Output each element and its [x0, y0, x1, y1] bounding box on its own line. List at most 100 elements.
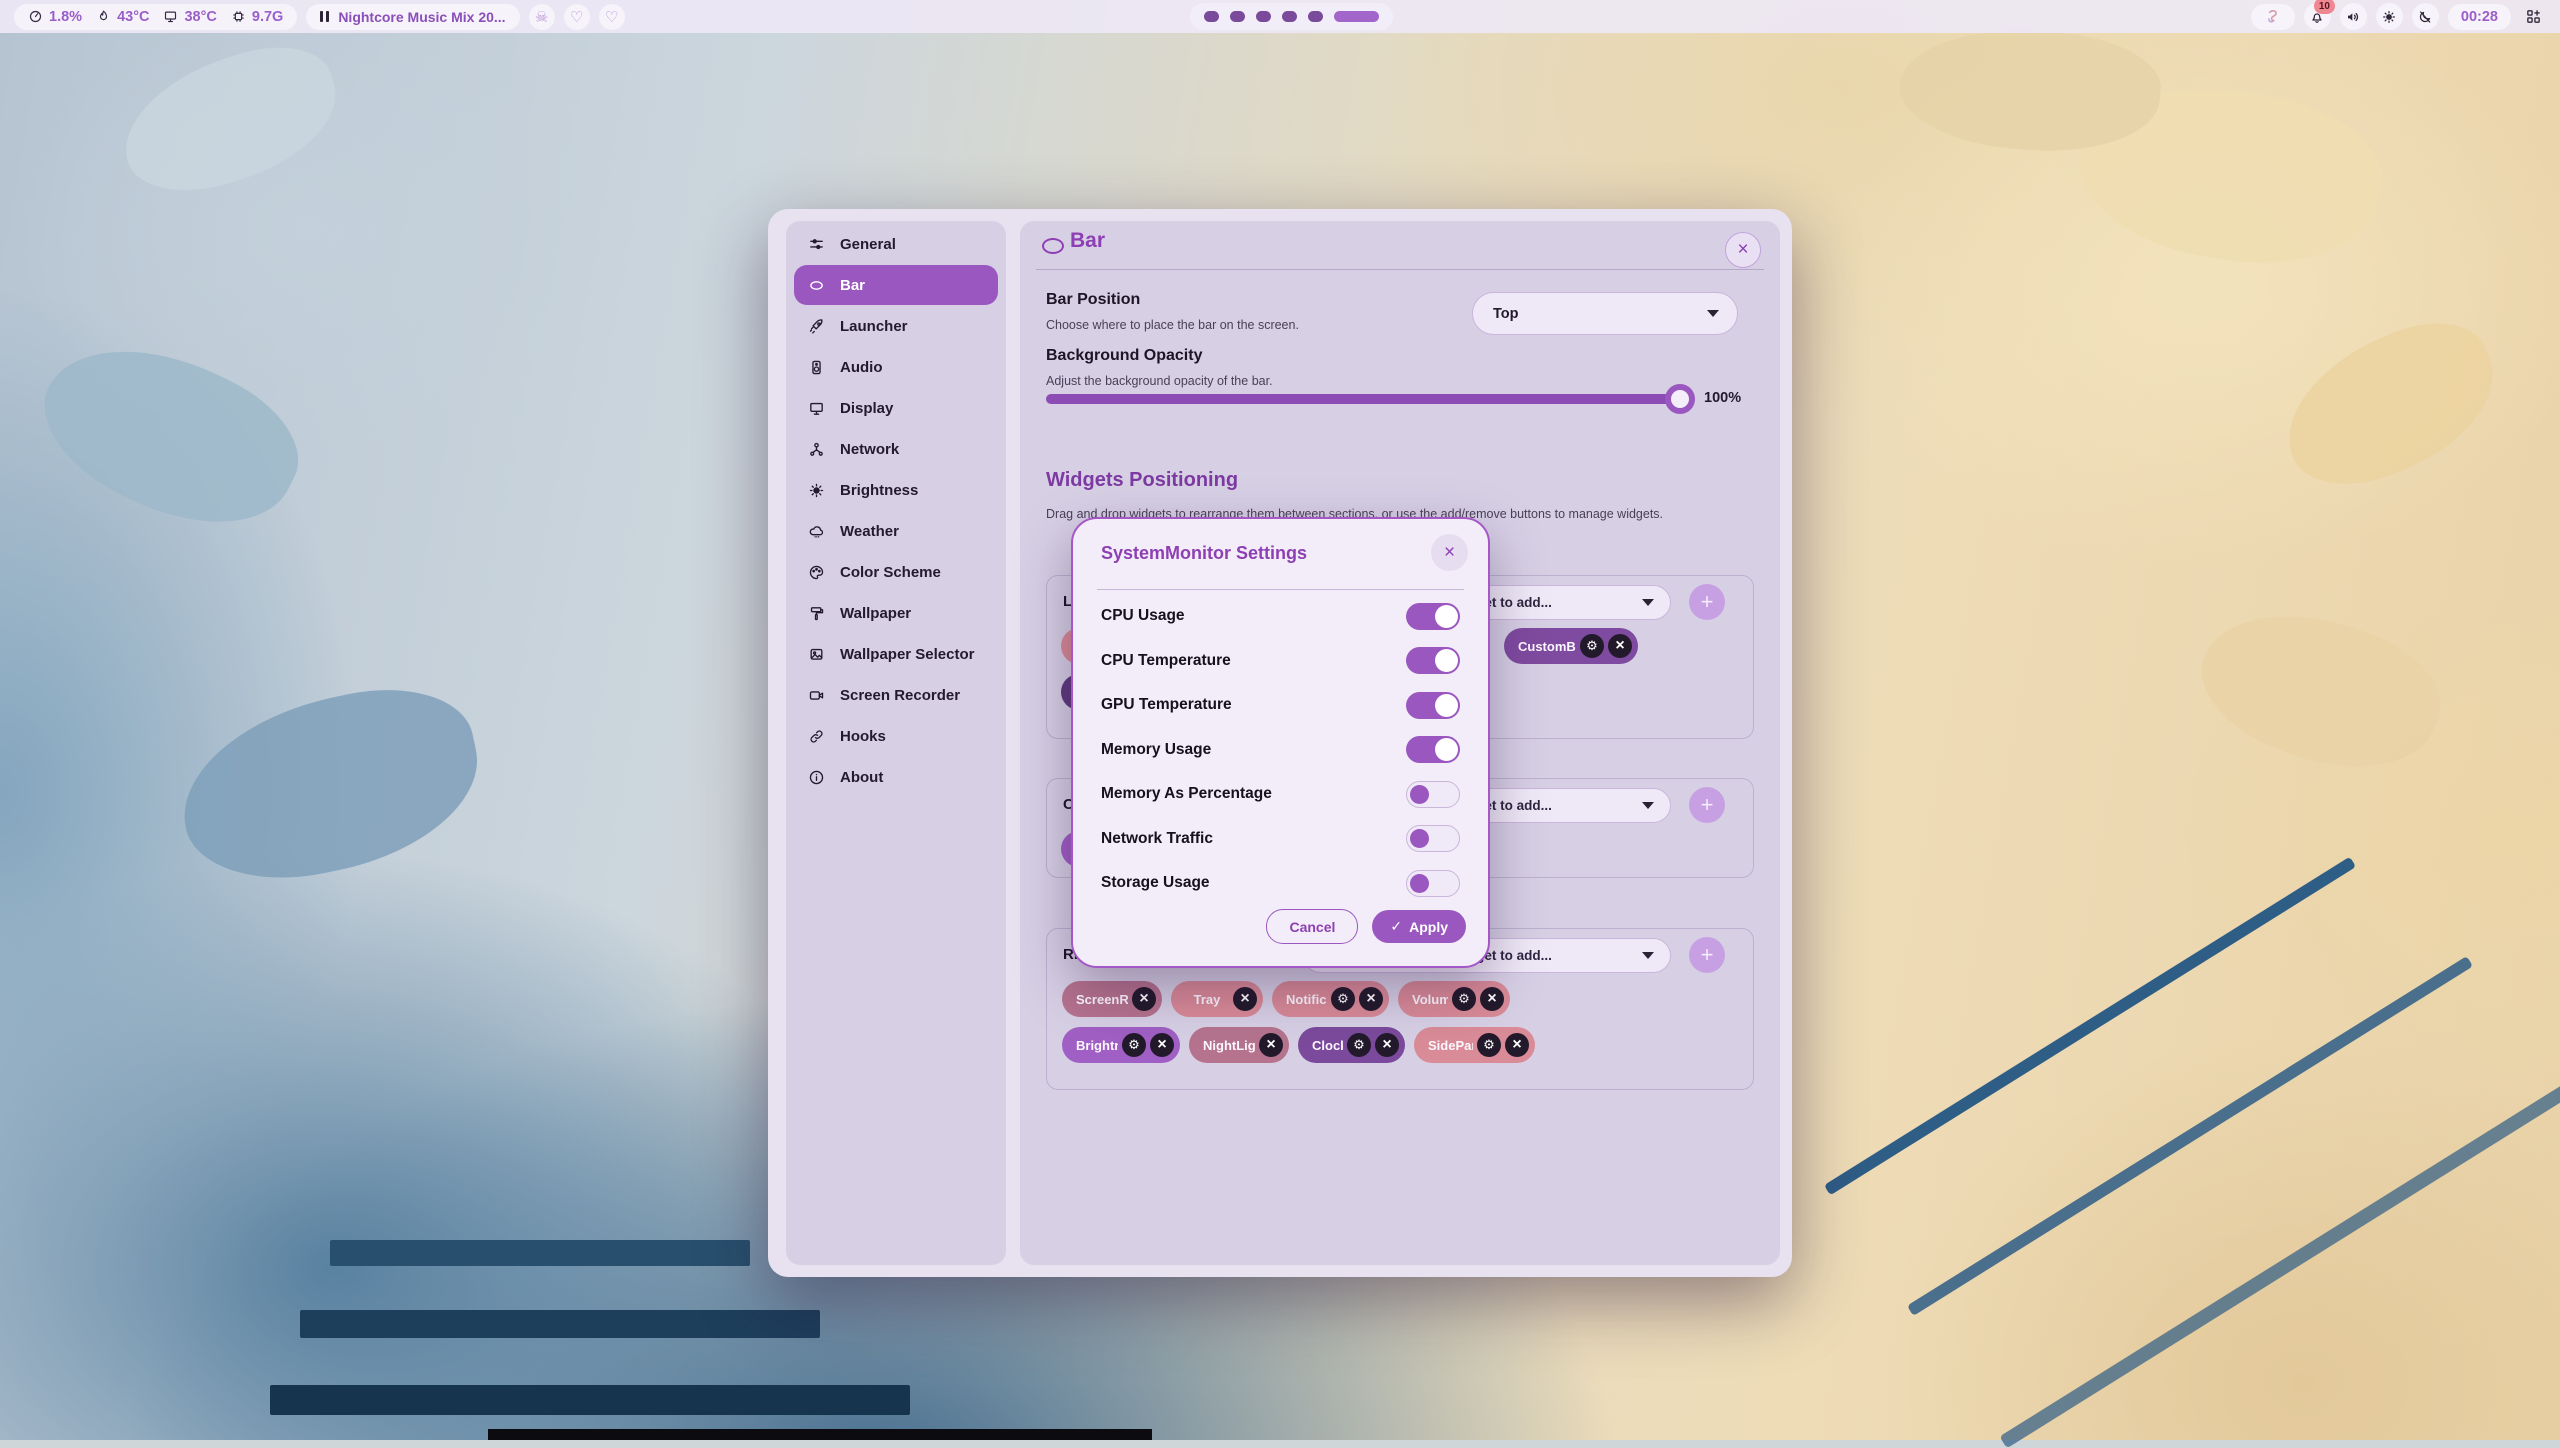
add-widget-button[interactable]: + — [1689, 584, 1725, 620]
widget-remove-icon[interactable]: × — [1608, 634, 1632, 658]
toggle-memory-usage[interactable] — [1406, 736, 1460, 763]
sidebar-item-network[interactable]: Network — [794, 429, 998, 469]
widget-settings-icon[interactable]: ⚙ — [1477, 1033, 1501, 1057]
sidebar-item-brightness[interactable]: Brightness — [794, 470, 998, 510]
sidebar-item-color-scheme[interactable]: Color Scheme — [794, 552, 998, 592]
night-light-button[interactable] — [2412, 3, 2439, 30]
widget-remove-icon[interactable]: × — [1480, 987, 1504, 1011]
sidebar-item-launcher[interactable]: Launcher — [794, 306, 998, 346]
volume-button[interactable] — [2340, 3, 2367, 30]
sidebar-item-audio[interactable]: Audio — [794, 347, 998, 387]
stat-value: 1.8% — [49, 9, 82, 25]
slider-thumb[interactable] — [1665, 384, 1695, 414]
bar-position-value: Top — [1493, 306, 1707, 322]
bar-position-label: Bar Position — [1046, 291, 1140, 309]
toggle-storage-usage[interactable] — [1406, 870, 1460, 897]
railing-line — [1907, 956, 2473, 1316]
widget-remove-icon[interactable]: × — [1132, 987, 1156, 1011]
tray-pill[interactable] — [2251, 4, 2295, 30]
widget-remove-icon[interactable]: × — [1233, 987, 1257, 1011]
bar-position-dropdown[interactable]: Top — [1472, 292, 1738, 335]
widget-chip-sidepanelt[interactable]: SidePanelT...⚙× — [1414, 1027, 1535, 1063]
workspace-dot-6[interactable] — [1334, 11, 1379, 22]
monitor-icon — [808, 400, 825, 417]
toggle-memory-as-percentage[interactable] — [1406, 781, 1460, 808]
system-stat: 38°C — [163, 9, 216, 25]
toggle-network-traffic[interactable] — [1406, 825, 1460, 852]
chip-icon — [231, 9, 246, 24]
brightness-icon — [2381, 9, 2397, 25]
workspace-dot-1[interactable] — [1204, 11, 1219, 22]
widget-remove-icon[interactable]: × — [1505, 1033, 1529, 1057]
background-opacity-value: 100% — [1704, 390, 1741, 406]
slider-fill — [1046, 394, 1680, 404]
chevron-down-icon — [1642, 952, 1654, 959]
widget-chip-notification[interactable]: Notification...⚙× — [1272, 981, 1389, 1017]
system-stats-pill[interactable]: 1.8%43°C38°C9.7G — [14, 4, 297, 30]
sidebar-item-general[interactable]: General — [794, 224, 998, 264]
notifications-button[interactable]: 10 — [2304, 3, 2331, 30]
sidebar-item-label: Weather — [840, 523, 899, 540]
topbar-left-cluster: 1.8%43°C38°C9.7G Nightcore Music Mix 20.… — [14, 4, 625, 30]
widget-chip-label: Tray — [1185, 992, 1229, 1007]
skull-button[interactable]: ☠ — [529, 4, 555, 30]
sidebar-item-wallpaper-selector[interactable]: Wallpaper Selector — [794, 634, 998, 674]
apply-button[interactable]: ✓ Apply — [1372, 910, 1466, 943]
cancel-button[interactable]: Cancel — [1266, 909, 1358, 944]
toggle-cpu-usage[interactable] — [1406, 603, 1460, 630]
widget-remove-icon[interactable]: × — [1150, 1033, 1174, 1057]
heart-button[interactable]: ♡ — [599, 4, 625, 30]
workspace-dot-5[interactable] — [1308, 11, 1323, 22]
close-button[interactable]: × — [1725, 232, 1761, 268]
sidebar-item-about[interactable]: About — [794, 757, 998, 797]
stair-shape — [330, 1240, 750, 1266]
widget-chip-tray[interactable]: Tray × — [1171, 981, 1263, 1017]
toggle-gpu-temperature[interactable] — [1406, 692, 1460, 719]
overview-button[interactable] — [2520, 3, 2547, 30]
sidebar-item-wallpaper[interactable]: Wallpaper — [794, 593, 998, 633]
workspace-dot-4[interactable] — [1282, 11, 1297, 22]
sidebar-item-bar[interactable]: Bar — [794, 265, 998, 305]
widget-chip-custombutt[interactable]: CustomButt...⚙× — [1504, 628, 1638, 664]
toggle-row: Memory Usage — [1101, 728, 1460, 773]
widget-remove-icon[interactable]: × — [1375, 1033, 1399, 1057]
widget-settings-icon[interactable]: ⚙ — [1331, 987, 1355, 1011]
topbar-right-cluster: 10 00:28 — [2251, 0, 2547, 33]
sidebar-item-hooks[interactable]: Hooks — [794, 716, 998, 756]
workspace-indicator[interactable] — [1190, 3, 1393, 30]
brightness-button[interactable] — [2376, 3, 2403, 30]
widget-remove-icon[interactable]: × — [1359, 987, 1383, 1011]
clock-pill[interactable]: 00:28 — [2448, 4, 2511, 30]
media-player-pill[interactable]: Nightcore Music Mix 20... — [306, 4, 519, 30]
add-widget-button[interactable]: + — [1689, 787, 1725, 823]
top-bar: 1.8%43°C38°C9.7G Nightcore Music Mix 20.… — [0, 0, 2560, 33]
widget-chip-volume[interactable]: Volume⚙× — [1398, 981, 1510, 1017]
workspace-dot-2[interactable] — [1230, 11, 1245, 22]
sidebar-item-weather[interactable]: Weather — [794, 511, 998, 551]
widget-settings-icon[interactable]: ⚙ — [1122, 1033, 1146, 1057]
workspace-dot-3[interactable] — [1256, 11, 1271, 22]
toggle-row: GPU Temperature — [1101, 683, 1460, 728]
widget-chip-clock[interactable]: Clock⚙× — [1298, 1027, 1405, 1063]
sidebar-item-screen-recorder[interactable]: Screen Recorder — [794, 675, 998, 715]
overview-grid-icon — [2525, 8, 2542, 25]
widget-settings-icon[interactable]: ⚙ — [1452, 987, 1476, 1011]
toggle-rows: CPU UsageCPU TemperatureGPU TemperatureM… — [1101, 594, 1460, 906]
heart-button[interactable]: ♡ — [564, 4, 590, 30]
sidebar-item-display[interactable]: Display — [794, 388, 998, 428]
widget-chip-nightlight[interactable]: NightLight× — [1189, 1027, 1289, 1063]
close-icon[interactable]: × — [1431, 534, 1468, 571]
widget-chip-screenreco[interactable]: ScreenReco...× — [1062, 981, 1162, 1017]
speaker-icon — [2345, 9, 2361, 25]
background-opacity-slider[interactable] — [1046, 394, 1680, 404]
add-widget-button[interactable]: + — [1689, 937, 1725, 973]
chevron-down-icon — [1707, 310, 1719, 317]
toggle-cpu-temperature[interactable] — [1406, 647, 1460, 674]
widget-settings-icon[interactable]: ⚙ — [1580, 634, 1604, 658]
stat-value: 9.7G — [252, 9, 283, 25]
widget-remove-icon[interactable]: × — [1259, 1033, 1283, 1057]
quick-buttons: ☠ ♡ ♡ — [529, 4, 625, 30]
widget-chip-brightness[interactable]: Brightness⚙× — [1062, 1027, 1180, 1063]
page-title: Bar — [1070, 229, 1105, 253]
widget-settings-icon[interactable]: ⚙ — [1347, 1033, 1371, 1057]
